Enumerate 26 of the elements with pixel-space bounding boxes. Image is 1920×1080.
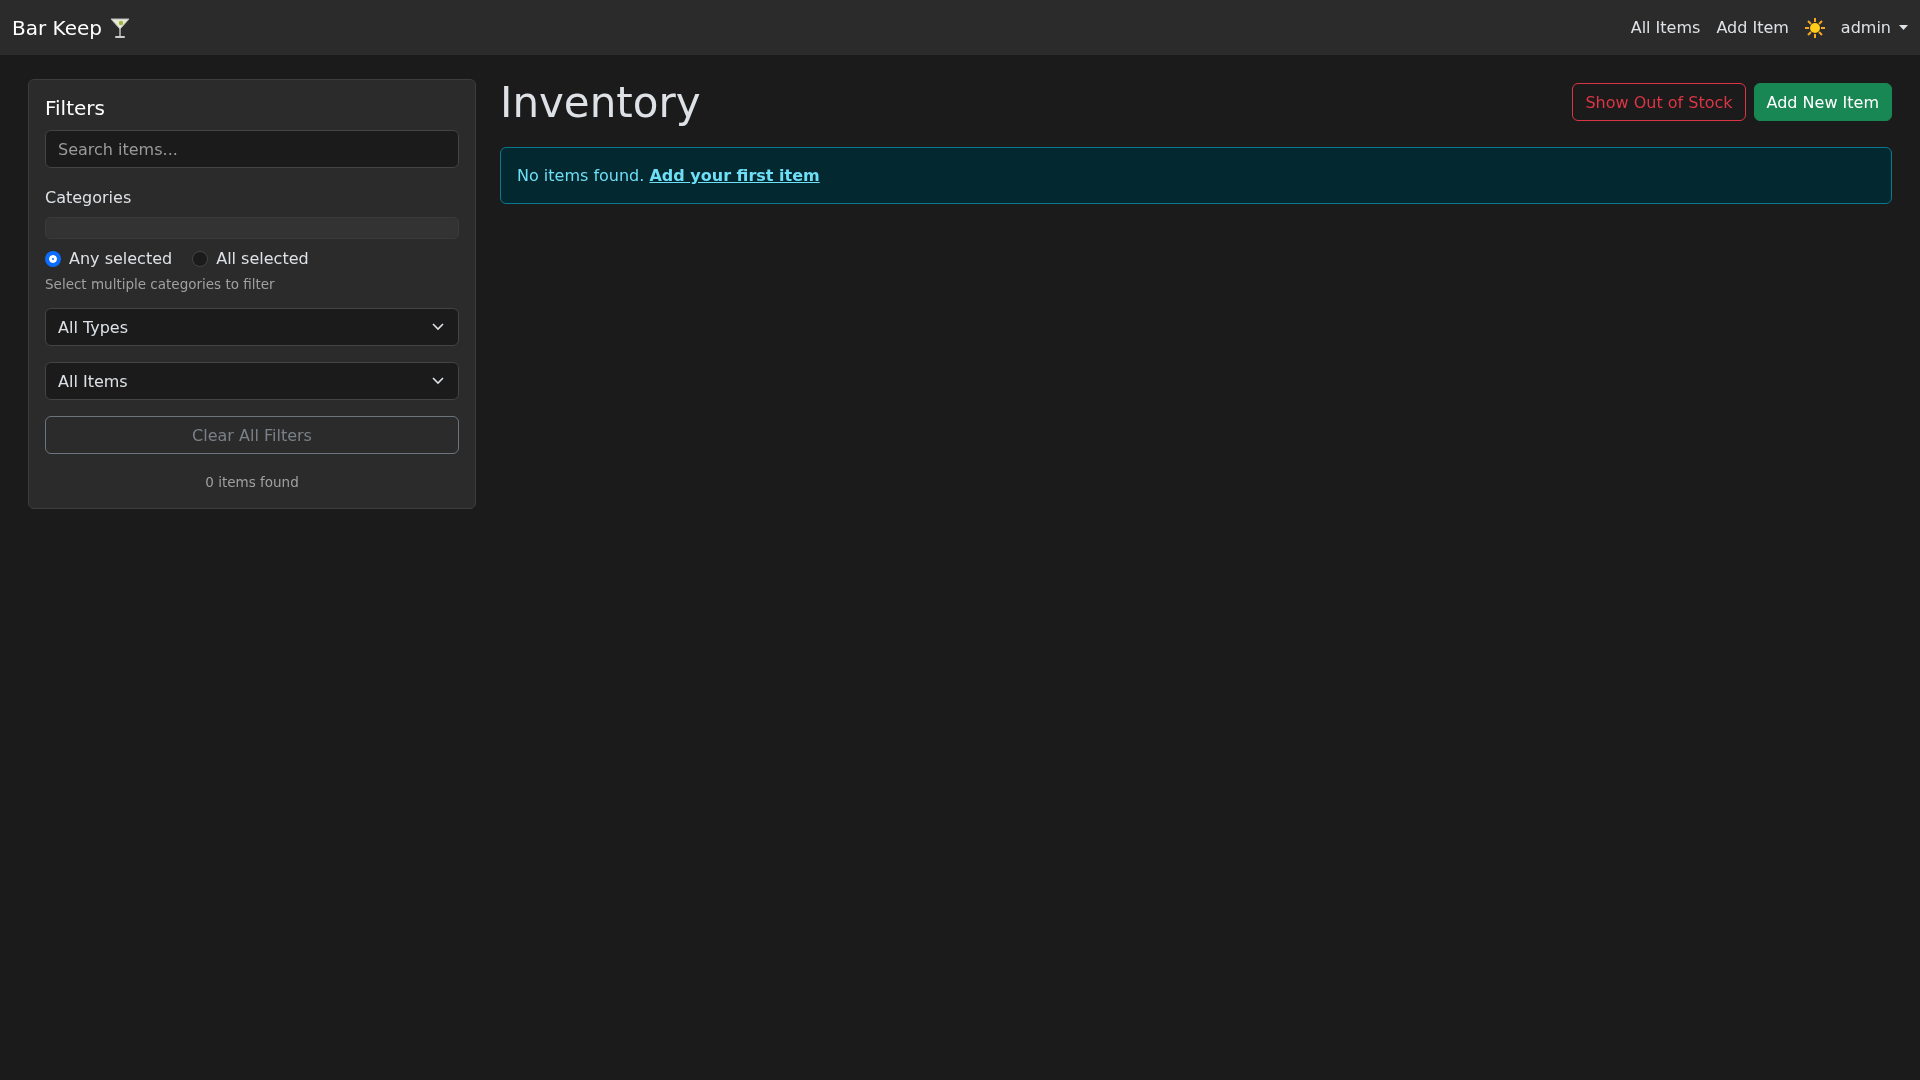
sun-icon[interactable] [1804, 17, 1825, 38]
add-first-item-link[interactable]: Add your first item [649, 166, 820, 185]
result-count: 0 items found [204, 474, 300, 490]
panel-title: Filters [45, 96, 106, 120]
toggle-stock-button[interactable]: Show Out of Stock [1572, 83, 1746, 121]
add-item-button[interactable]: Add New Item [1753, 83, 1892, 121]
radio-option[interactable]: All selected [192, 249, 309, 268]
page-title: Inventory [500, 77, 701, 127]
user-menu[interactable]: admin [1840, 18, 1908, 37]
clear-filters-button[interactable]: Clear All Filters [45, 416, 459, 454]
radio-button[interactable] [45, 250, 61, 267]
caret-icon [1899, 25, 1908, 30]
radio-button[interactable] [192, 250, 209, 267]
nav-link[interactable]: Add Item [1716, 18, 1789, 37]
dropdown-select[interactable]: All Types [45, 308, 459, 346]
alert-message: No items found. [517, 166, 645, 185]
brand-name[interactable]: Bar Keep [12, 15, 102, 40]
dropdown-select[interactable]: All Items [45, 362, 459, 400]
search-field[interactable]: Search items... [45, 130, 459, 168]
cocktail-glass-icon [110, 16, 130, 39]
radio-option[interactable]: Any selected [45, 249, 173, 268]
nav-link[interactable]: All Items [1630, 18, 1701, 37]
field-label: Categories [45, 188, 133, 207]
chevron-down-icon [432, 377, 444, 385]
help-text: Select multiple categories to filter [45, 276, 276, 292]
chevron-down-icon [432, 323, 444, 331]
